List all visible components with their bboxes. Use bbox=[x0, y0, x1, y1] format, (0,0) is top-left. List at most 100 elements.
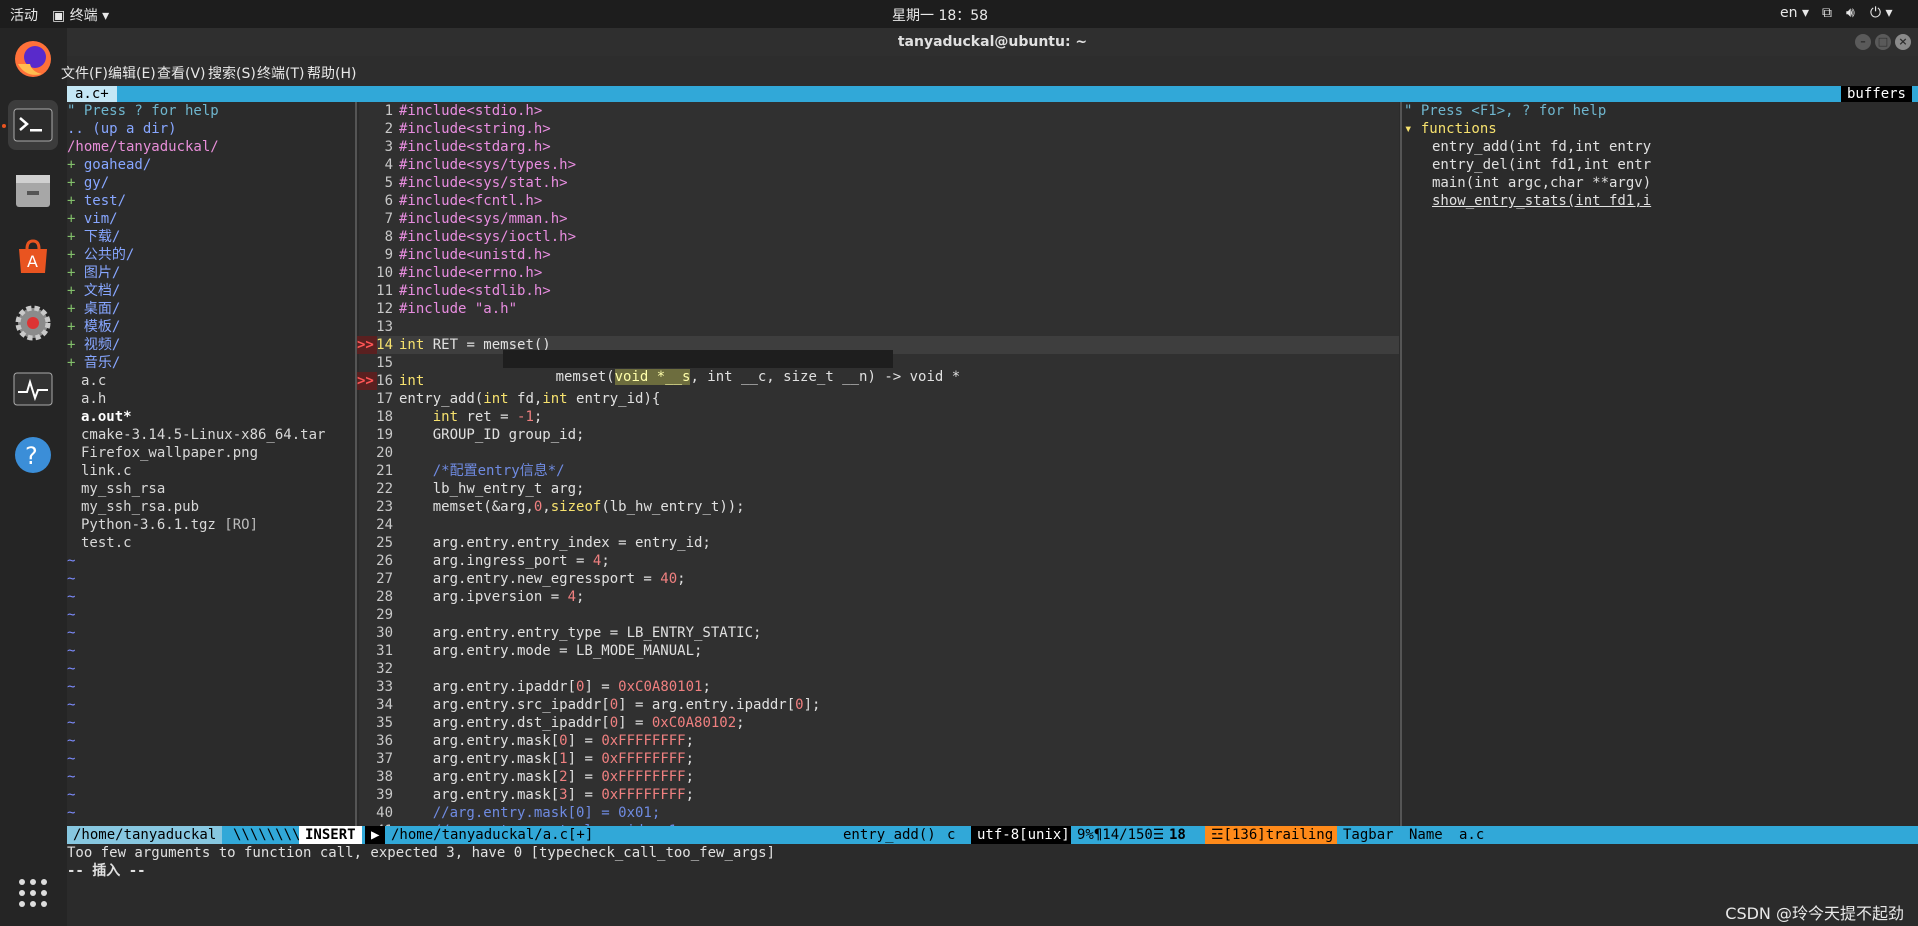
nerdtree-file[interactable]: Firefox_wallpaper.png bbox=[81, 444, 258, 462]
power-icon[interactable]: ⏻ ▾ bbox=[1870, 5, 1893, 21]
code-line[interactable]: 13 bbox=[359, 318, 1399, 336]
code-line[interactable]: 35 arg.entry.dst_ipaddr[0] = 0xC0A80102; bbox=[359, 714, 1399, 732]
tagbar-function-item[interactable]: show_entry_stats(int fd1,i bbox=[1432, 192, 1651, 210]
firefox-icon[interactable] bbox=[8, 34, 58, 84]
code-line[interactable]: 21 /*配置entry信息*/ bbox=[359, 462, 1399, 480]
code-line[interactable]: 12 #include "a.h" bbox=[359, 300, 1399, 318]
nerdtree-dir[interactable]: + 图片/ bbox=[67, 264, 120, 282]
code-line[interactable]: 29 bbox=[359, 606, 1399, 624]
code-line[interactable]: 31 arg.entry.mode = LB_MODE_MANUAL; bbox=[359, 642, 1399, 660]
code-line[interactable]: 33 arg.entry.ipaddr[0] = 0xC0A80101; bbox=[359, 678, 1399, 696]
code-line[interactable]: 3 #include<stdarg.h> bbox=[359, 138, 1399, 156]
code-line[interactable]: 23 memset(&arg,0,sizeof(lb_hw_entry_t)); bbox=[359, 498, 1399, 516]
tagbar-function-item[interactable]: entry_del(int fd1,int entr bbox=[1432, 156, 1651, 174]
code-line[interactable]: 6 #include<fcntl.h> bbox=[359, 192, 1399, 210]
code-line[interactable]: 40 //arg.entry.mask[0] = 0x01; bbox=[359, 804, 1399, 822]
close-icon[interactable]: × bbox=[1895, 34, 1911, 50]
maximize-icon[interactable]: □ bbox=[1875, 34, 1891, 50]
code-line[interactable]: 39 arg.entry.mask[3] = 0xFFFFFFFF; bbox=[359, 786, 1399, 804]
nerdtree-dir[interactable]: + 公共的/ bbox=[67, 246, 134, 264]
code-line[interactable]: 27 arg.entry.new_egressport = 40; bbox=[359, 570, 1399, 588]
nerdtree-dir[interactable]: + 模板/ bbox=[67, 318, 120, 336]
tagbar-kind-functions[interactable]: ▾ functions bbox=[1404, 120, 1497, 138]
files-icon[interactable] bbox=[8, 166, 58, 216]
menu-edit[interactable]: 编辑(E) bbox=[108, 63, 156, 83]
nerdtree-dir[interactable]: + 桌面/ bbox=[67, 300, 120, 318]
activities-button[interactable]: 活动 bbox=[10, 5, 38, 25]
code-line[interactable]: 28 arg.ipversion = 4; bbox=[359, 588, 1399, 606]
code-line[interactable]: 4 #include<sys/types.h> bbox=[359, 156, 1399, 174]
help-icon[interactable]: ? bbox=[8, 430, 58, 480]
nerdtree-file[interactable]: Python-3.6.1.tgz [RO] bbox=[81, 516, 258, 534]
nerdtree-file[interactable]: a.c bbox=[81, 372, 106, 390]
code-line[interactable]: 20 bbox=[359, 444, 1399, 462]
show-applications-icon[interactable] bbox=[8, 868, 58, 918]
code-line[interactable]: 5 #include<sys/stat.h> bbox=[359, 174, 1399, 192]
nerdtree-dir[interactable]: + 视频/ bbox=[67, 336, 120, 354]
code-line[interactable]: 26 arg.ingress_port = 4; bbox=[359, 552, 1399, 570]
nerdtree-dir[interactable]: + 音乐/ bbox=[67, 354, 120, 372]
nerdtree-file[interactable]: a.out* bbox=[81, 408, 132, 426]
window-titlebar[interactable]: tanyaduckal@ubuntu: ~ – □ × bbox=[67, 28, 1918, 56]
code-line[interactable]: 34 arg.entry.src_ipaddr[0] = arg.entry.i… bbox=[359, 696, 1399, 714]
split-separator[interactable] bbox=[355, 102, 357, 826]
menu-terminal[interactable]: 终端(T) bbox=[257, 63, 304, 83]
nerdtree-file[interactable]: cmake-3.14.5-Linux-x86_64.tar bbox=[81, 426, 325, 444]
nerdtree-file[interactable]: link.c bbox=[81, 462, 132, 480]
nerdtree-root[interactable]: /home/tanyaduckal/ bbox=[67, 138, 219, 156]
nerdtree-dir[interactable]: + 文档/ bbox=[67, 282, 120, 300]
code-line[interactable]: 2 #include<string.h> bbox=[359, 120, 1399, 138]
system-monitor-icon[interactable] bbox=[8, 364, 58, 414]
settings-icon[interactable] bbox=[8, 298, 58, 348]
code-line[interactable]: 30 arg.entry.entry_type = LB_ENTRY_STATI… bbox=[359, 624, 1399, 642]
terminal-icon[interactable] bbox=[8, 100, 58, 150]
menu-help[interactable]: 帮助(H) bbox=[307, 63, 356, 83]
code-line[interactable]: 8 #include<sys/ioctl.h> bbox=[359, 228, 1399, 246]
code-line[interactable]: 18 int ret = -1; bbox=[359, 408, 1399, 426]
nerdtree-panel[interactable]: " Press ? for help .. (up a dir) /home/t… bbox=[67, 102, 354, 826]
nerdtree-dir[interactable]: + test/ bbox=[67, 192, 126, 210]
volume-icon[interactable]: 🔊︎ bbox=[1846, 5, 1855, 21]
code-line[interactable]: 9 #include<unistd.h> bbox=[359, 246, 1399, 264]
minimize-icon[interactable]: – bbox=[1855, 34, 1871, 50]
code-line[interactable]: 19 GROUP_ID group_id; bbox=[359, 426, 1399, 444]
network-icon[interactable]: ⧉ bbox=[1822, 5, 1832, 21]
app-menu[interactable]: ▣ 终端 ▾ bbox=[52, 5, 109, 25]
tagbar-panel[interactable]: " Press <F1>, ? for help ▾ functions ent… bbox=[1404, 102, 1918, 826]
code-line[interactable]: 10 #include<errno.h> bbox=[359, 264, 1399, 282]
nerdtree-file[interactable]: a.h bbox=[81, 390, 106, 408]
code-text: arg.entry.new_egressport = 40; bbox=[399, 571, 686, 587]
nerdtree-updir[interactable]: .. (up a dir) bbox=[67, 120, 177, 138]
code-editor[interactable]: 1 #include<stdio.h> 2 #include<string.h> 3 #i… bbox=[359, 102, 1399, 826]
tagbar-function-item[interactable]: main(int argc,char **argv) bbox=[1432, 174, 1651, 192]
software-center-icon[interactable]: A bbox=[8, 232, 58, 282]
code-line[interactable]: 22 lb_hw_entry_t arg; bbox=[359, 480, 1399, 498]
nerdtree-dir[interactable]: + vim/ bbox=[67, 210, 118, 228]
nerdtree-file[interactable]: test.c bbox=[81, 534, 132, 552]
code-line[interactable]: 37 arg.entry.mask[1] = 0xFFFFFFFF; bbox=[359, 750, 1399, 768]
code-line[interactable]: 36 arg.entry.mask[0] = 0xFFFFFFFF; bbox=[359, 732, 1399, 750]
menu-search[interactable]: 搜索(S) bbox=[208, 63, 256, 83]
language-indicator[interactable]: en ▾ bbox=[1780, 5, 1809, 21]
menu-view[interactable]: 查看(V) bbox=[157, 63, 206, 83]
code-line[interactable]: 32 bbox=[359, 660, 1399, 678]
terminal-small-icon: ▣ bbox=[52, 8, 70, 24]
clock[interactable]: 星期一 18：58 bbox=[892, 5, 988, 25]
code-line[interactable]: 11 #include<stdlib.h> bbox=[359, 282, 1399, 300]
code-text: arg.entry.mask[3] = 0xFFFFFFFF; bbox=[399, 787, 695, 803]
tab-a-c[interactable]: a.c+ bbox=[67, 86, 117, 102]
code-line[interactable]: 24 bbox=[359, 516, 1399, 534]
split-separator[interactable] bbox=[1400, 102, 1402, 826]
code-line[interactable]: 7 #include<sys/mman.h> bbox=[359, 210, 1399, 228]
nerdtree-dir[interactable]: + goahead/ bbox=[67, 156, 151, 174]
code-line[interactable]: 1 #include<stdio.h> bbox=[359, 102, 1399, 120]
nerdtree-dir[interactable]: + 下载/ bbox=[67, 228, 120, 246]
nerdtree-file[interactable]: my_ssh_rsa bbox=[81, 480, 165, 498]
nerdtree-file[interactable]: my_ssh_rsa.pub bbox=[81, 498, 199, 516]
terminal-content[interactable]: a.c+ buffers " Press ? for help .. (up a… bbox=[67, 86, 1918, 926]
code-line[interactable]: 38 arg.entry.mask[2] = 0xFFFFFFFF; bbox=[359, 768, 1399, 786]
tagbar-function-item[interactable]: entry_add(int fd,int entry bbox=[1432, 138, 1651, 156]
code-line[interactable]: 25 arg.entry.entry_index = entry_id; bbox=[359, 534, 1399, 552]
menu-file[interactable]: 文件(F) bbox=[61, 63, 108, 83]
nerdtree-dir[interactable]: + gy/ bbox=[67, 174, 109, 192]
